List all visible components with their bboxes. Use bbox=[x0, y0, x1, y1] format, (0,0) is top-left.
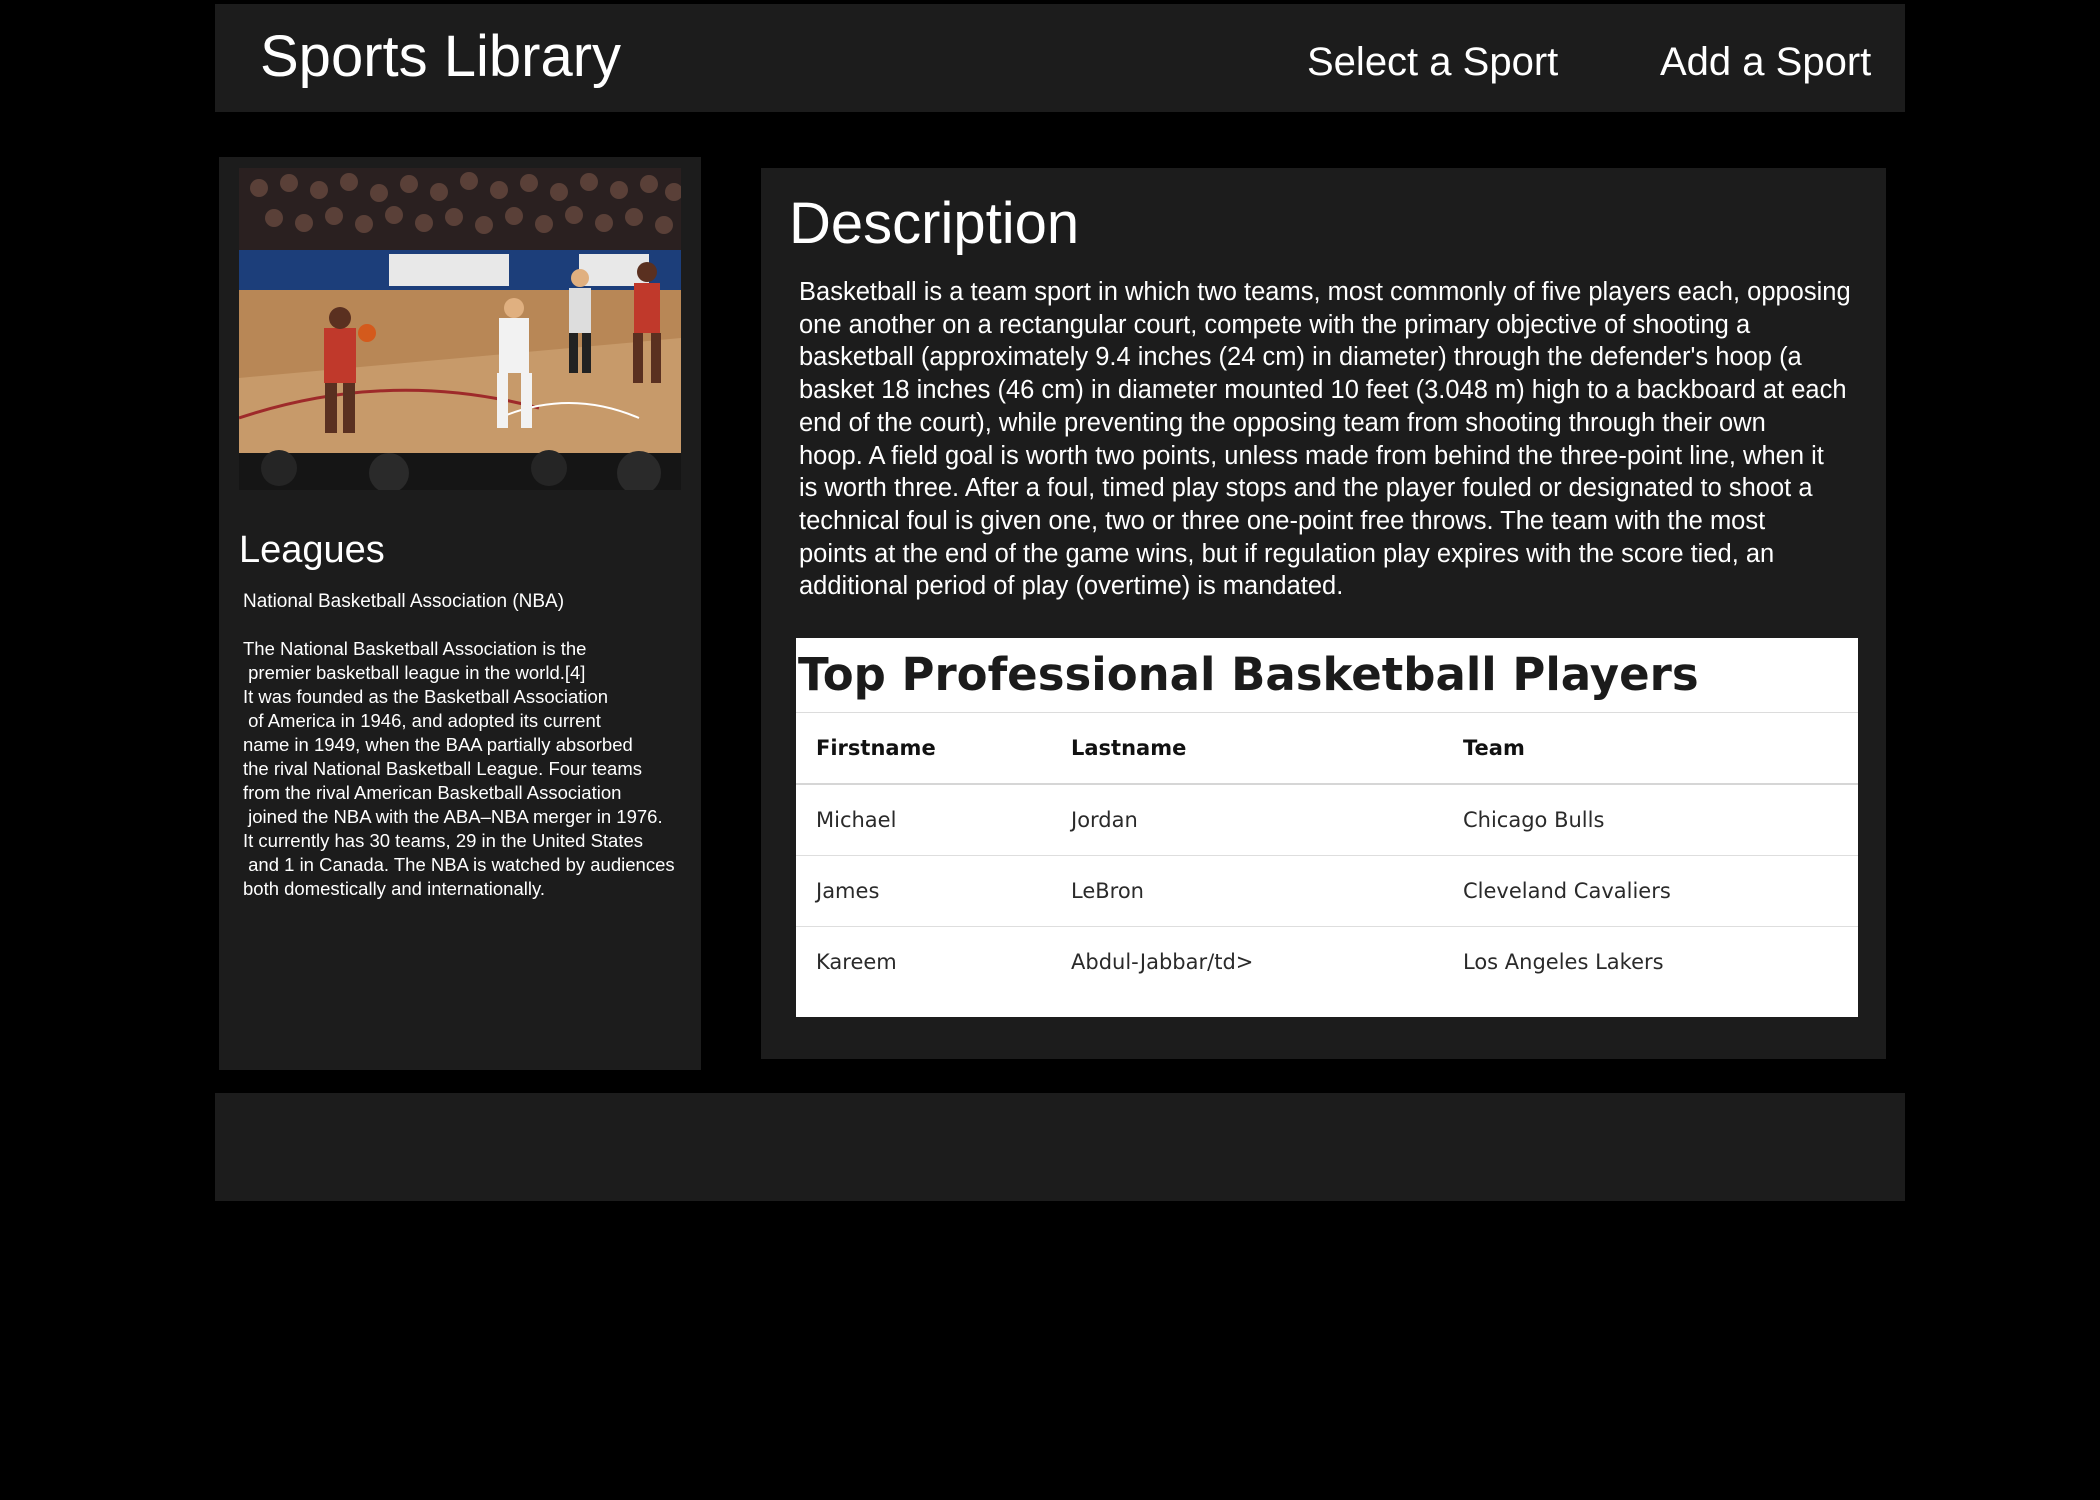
column-header-lastname: Lastname bbox=[1051, 713, 1443, 785]
description-line: technical foul is given one, two or thre… bbox=[799, 506, 1766, 535]
league-description-line: The National Basketball Association is t… bbox=[243, 638, 587, 659]
cell-lastname: Jordan bbox=[1051, 784, 1443, 856]
sidebar-panel: Leagues National Basketball Association … bbox=[219, 157, 701, 1070]
description-line: Basketball is a team sport in which two … bbox=[799, 278, 1851, 306]
nav-add-sport-link[interactable]: Add a Sport bbox=[1660, 34, 1871, 90]
cell-team: Cleveland Cavaliers bbox=[1443, 855, 1858, 927]
players-table: Firstname Lastname Team Michael Jordan C… bbox=[796, 713, 1858, 997]
description-heading: Description bbox=[789, 191, 1080, 256]
league-description-line: premier basketball league in the world.[… bbox=[243, 662, 586, 683]
page: Sports Library Select a Sport Add a Spor… bbox=[0, 0, 2100, 1500]
table-row: Michael Jordan Chicago Bulls bbox=[796, 784, 1858, 856]
league-description-line: joined the NBA with the ABA–NBA merger i… bbox=[243, 806, 663, 827]
header-bar: Sports Library Select a Sport Add a Spor… bbox=[215, 4, 1905, 112]
league-description-line: It currently has 30 teams, 29 in the Uni… bbox=[243, 830, 644, 851]
description-line: one another on a rectangular court, comp… bbox=[799, 310, 1751, 339]
league-description-line: name in 1949, when the BAA partially abs… bbox=[243, 734, 633, 755]
column-header-team: Team bbox=[1443, 713, 1858, 785]
cell-firstname: James bbox=[796, 855, 1051, 927]
cell-lastname: LeBron bbox=[1051, 855, 1443, 927]
league-description-line: from the rival American Basketball Assoc… bbox=[243, 782, 622, 803]
description-line: end of the court), while preventing the … bbox=[799, 408, 1766, 437]
cell-team: Los Angeles Lakers bbox=[1463, 950, 1664, 974]
cell-firstname: Kareem bbox=[816, 950, 897, 974]
league-description-line: both domestically and internationally. bbox=[243, 878, 545, 899]
nav-select-sport-link[interactable]: Select a Sport bbox=[1307, 34, 1558, 90]
league-description-line: of America in 1946, and adopted its curr… bbox=[243, 710, 601, 731]
description-line: hoop. A field goal is worth two points, … bbox=[799, 441, 1824, 470]
league-description-line: the rival National Basketball League. Fo… bbox=[243, 758, 642, 779]
basketball-game-photo bbox=[239, 168, 681, 490]
table-row: James LeBron Cleveland Cavaliers bbox=[796, 855, 1858, 927]
description-line: additional period of play (overtime) is … bbox=[799, 572, 1344, 601]
table-row: Kareem Abdul-Jabbar/td> Los Angeles Lake… bbox=[796, 927, 1858, 998]
table-header-row: Firstname Lastname Team bbox=[796, 713, 1858, 785]
cell-firstname: Michael bbox=[796, 784, 1051, 856]
description-line: basketball (approximately 9.4 inches (24… bbox=[799, 343, 1802, 372]
league-description: The National Basketball Association is t… bbox=[243, 637, 693, 901]
description-line: basket 18 inches (46 cm) in diameter mou… bbox=[799, 376, 1847, 405]
footer-bar bbox=[215, 1093, 1905, 1201]
column-header-firstname: Firstname bbox=[796, 713, 1051, 785]
league-description-line: It was founded as the Basketball Associa… bbox=[243, 686, 609, 707]
league-name: National Basketball Association (NBA) bbox=[243, 591, 565, 612]
cell-lastname: Abdul-Jabbar/td> bbox=[1071, 950, 1254, 974]
players-table-title: Top Professional Basketball Players bbox=[798, 648, 1699, 701]
cell-team: Chicago Bulls bbox=[1443, 784, 1858, 856]
main-panel: Description Basketball is a team sport i… bbox=[761, 168, 1886, 1059]
site-title[interactable]: Sports Library bbox=[260, 22, 621, 92]
description-text: Basketball is a team sport in which two … bbox=[799, 276, 1869, 603]
leagues-heading: Leagues bbox=[239, 529, 385, 571]
description-line: points at the end of the game wins, but … bbox=[799, 539, 1775, 568]
players-table-card: Top Professional Basketball Players Firs… bbox=[796, 638, 1858, 1017]
league-description-line: and 1 in Canada. The NBA is watched by a… bbox=[243, 854, 675, 875]
description-line: is worth three. After a foul, timed play… bbox=[799, 474, 1813, 503]
